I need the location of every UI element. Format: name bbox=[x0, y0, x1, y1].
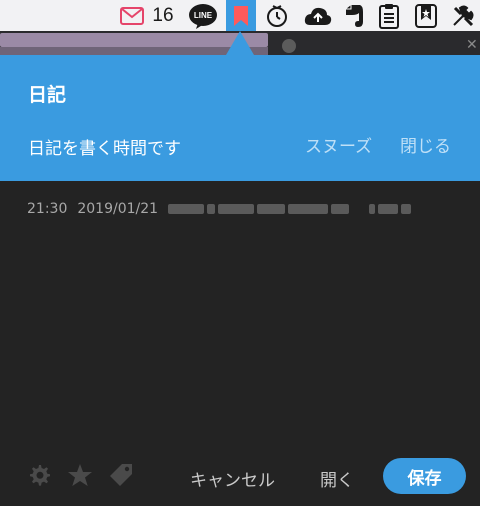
tools-icon[interactable] bbox=[450, 0, 476, 31]
notification-title: 日記 bbox=[28, 84, 67, 106]
close-button[interactable]: 閉じる bbox=[400, 132, 451, 157]
popover-arrow bbox=[226, 31, 254, 55]
cloud-upload-icon[interactable] bbox=[303, 0, 333, 31]
footer-toolbar: キャンセル 開く 保存 bbox=[0, 450, 480, 506]
timer-icon[interactable] bbox=[264, 0, 290, 31]
bookmark-icon[interactable] bbox=[226, 0, 256, 31]
menu-bar: 16 LINE bbox=[0, 0, 480, 31]
entry-content[interactable]: 21:30 2019/01/21 キャンセル 開く 保存 bbox=[0, 181, 480, 506]
evernote-icon[interactable] bbox=[342, 0, 366, 31]
mail-count: 16 bbox=[152, 4, 174, 26]
background-close-icon: ✕ bbox=[466, 37, 478, 53]
notification-header: 日記 日記を書く時間です スヌーズ 閉じる bbox=[0, 55, 480, 181]
bookmark-star-icon[interactable] bbox=[412, 0, 440, 31]
open-button[interactable]: 開く bbox=[320, 466, 354, 491]
blurred-text bbox=[168, 204, 414, 214]
save-button[interactable]: 保存 bbox=[383, 458, 466, 494]
svg-text:LINE: LINE bbox=[194, 11, 213, 20]
star-icon[interactable] bbox=[67, 462, 93, 488]
clipboard-icon[interactable] bbox=[376, 0, 402, 31]
snooze-button[interactable]: スヌーズ bbox=[305, 132, 372, 157]
entry-line: 21:30 2019/01/21 bbox=[27, 201, 414, 217]
background-window-dot bbox=[282, 39, 296, 53]
notification-message: 日記を書く時間です bbox=[28, 139, 181, 159]
tag-icon[interactable] bbox=[108, 462, 134, 488]
entry-time: 21:30 bbox=[27, 201, 68, 217]
entry-date: 2019/01/21 bbox=[77, 201, 159, 217]
cancel-button[interactable]: キャンセル bbox=[190, 466, 275, 491]
mail-icon[interactable] bbox=[118, 0, 146, 31]
gear-icon[interactable] bbox=[26, 462, 52, 488]
line-icon[interactable]: LINE bbox=[188, 0, 218, 31]
